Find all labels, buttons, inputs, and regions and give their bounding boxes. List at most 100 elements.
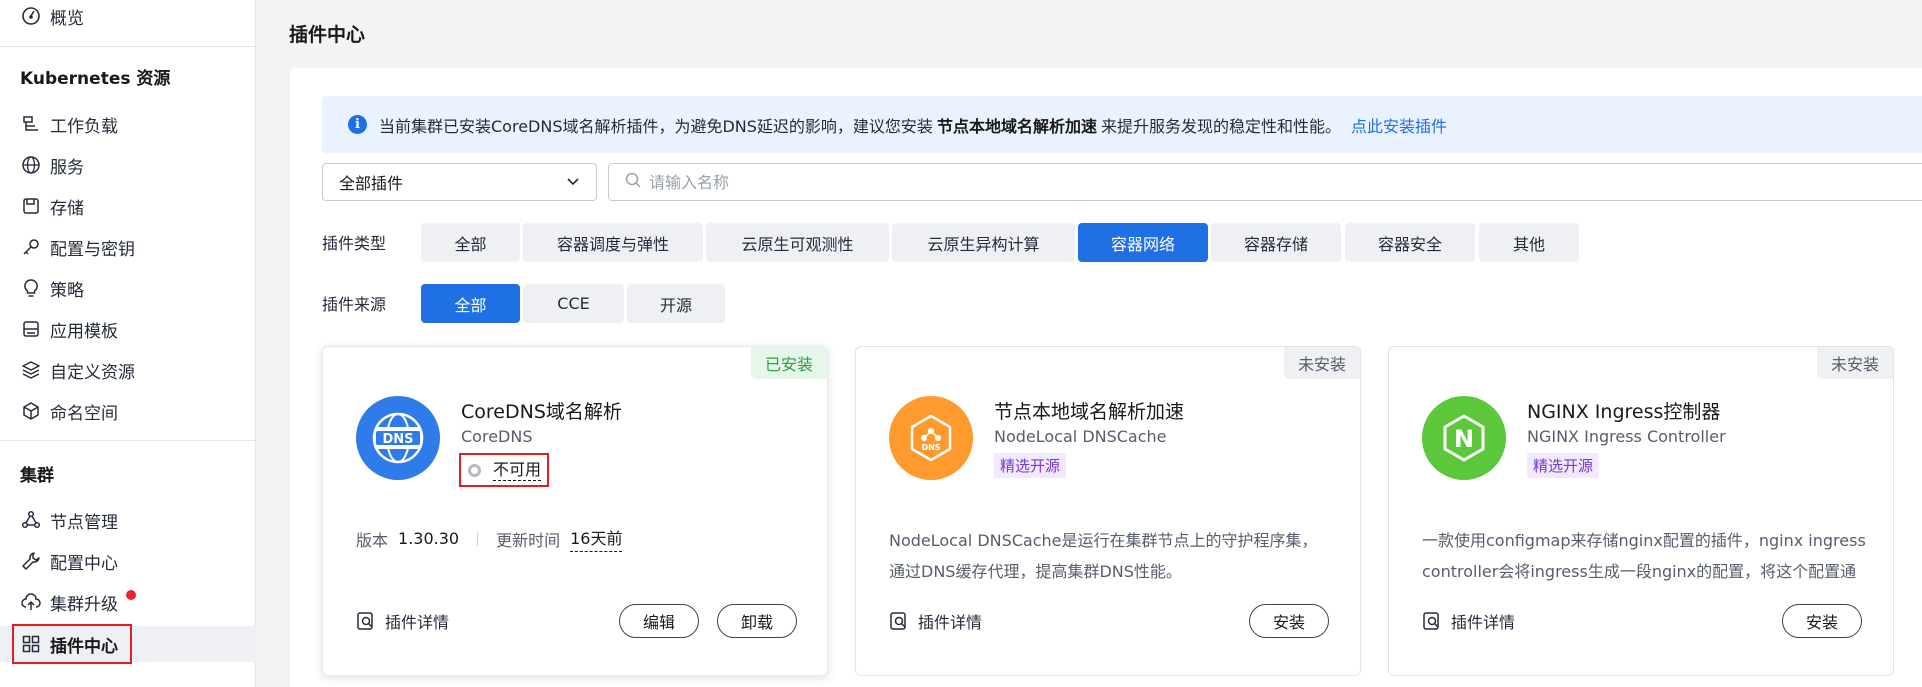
plugin-type-label: 插件类型 — [322, 234, 387, 253]
bulb-icon — [20, 277, 42, 299]
detail-search-icon — [1423, 612, 1439, 630]
sidebar-item-label: 配置中心 — [50, 553, 118, 574]
dns-logo-icon: DNS — [356, 396, 440, 480]
plugin-source-label: 插件来源 — [322, 295, 387, 314]
type-chip-heterogeneous[interactable]: 云原生异构计算 — [892, 223, 1075, 262]
plugin-detail-link[interactable]: 插件详情 — [889, 609, 982, 633]
sidebar: 概览 Kubernetes 资源 工作负载 服务 存储 配置与密钥 策略 应用模… — [0, 0, 256, 687]
source-chip-open-source[interactable]: 开源 — [627, 284, 725, 323]
nginx-logo-icon: N — [1422, 396, 1506, 480]
sidebar-item-label: 集群升级 — [50, 594, 118, 615]
sidebar-item-service[interactable]: 服务 — [0, 147, 256, 183]
source-chip-cce[interactable]: CCE — [523, 284, 624, 323]
sidebar-item-workload[interactable]: 工作负载 — [0, 106, 256, 142]
globe-icon — [20, 154, 42, 176]
plugin-detail-link[interactable]: 插件详情 — [356, 609, 449, 633]
plugin-card-nodelocal-dns[interactable]: 未安装 DNS 节点本地域名解析加速 NodeLocal DNSCache 精选… — [855, 346, 1361, 676]
svg-text:DNS: DNS — [382, 432, 413, 447]
sidebar-divider — [0, 440, 256, 441]
sidebar-item-label: 服务 — [50, 157, 84, 178]
type-chip-scheduling[interactable]: 容器调度与弹性 — [523, 223, 703, 262]
sidebar-item-custom-resource[interactable]: 自定义资源 — [0, 352, 256, 388]
plugin-description: 一款使用configmap来存储nginx配置的插件，nginx ingress… — [1422, 525, 1872, 587]
workload-icon — [20, 113, 42, 135]
detail-search-icon — [357, 612, 373, 630]
sidebar-item-node-management[interactable]: 节点管理 — [0, 502, 256, 538]
sidebar-item-namespace[interactable]: 命名空间 — [0, 393, 256, 429]
sidebar-item-cluster-upgrade[interactable]: 集群升级 — [0, 584, 256, 620]
plugin-meta: 版本 1.30.30 更新时间 16天前 — [356, 525, 623, 552]
cube-icon — [20, 400, 42, 422]
sidebar-item-config-center[interactable]: 配置中心 — [0, 543, 256, 579]
detail-link-label: 插件详情 — [918, 613, 983, 632]
info-notice: i 当前集群已安装CoreDNS域名解析插件，为避免DNS延迟的影响，建议您安装… — [322, 96, 1922, 153]
search-icon — [625, 172, 641, 193]
featured-tag: 精选开源 — [1527, 453, 1600, 478]
sidebar-section-cluster: 集群 — [20, 466, 54, 486]
updated-value[interactable]: 16天前 — [570, 525, 623, 552]
plugin-description: NodeLocal DNSCache是运行在集群节点上的守护程序集， 通过DNS… — [889, 525, 1339, 587]
featured-tag: 精选开源 — [994, 453, 1067, 478]
sidebar-item-label: 工作负载 — [50, 116, 118, 137]
sidebar-item-policy[interactable]: 策略 — [0, 270, 256, 306]
node-icon — [20, 509, 42, 531]
source-chip-all[interactable]: 全部 — [421, 284, 520, 323]
uninstall-button[interactable]: 卸载 — [717, 604, 797, 638]
svg-text:DNS: DNS — [921, 443, 940, 452]
updated-label: 更新时间 — [496, 530, 561, 550]
chevron-down-icon — [566, 173, 580, 192]
install-plugin-link[interactable]: 点此安装插件 — [1351, 113, 1447, 137]
key-icon — [20, 236, 42, 258]
plugin-subtitle: CoreDNS — [461, 427, 533, 446]
info-icon: i — [348, 115, 367, 134]
wrench-icon — [20, 550, 42, 572]
edit-button[interactable]: 编辑 — [619, 604, 699, 638]
plugin-status[interactable]: 不可用 — [459, 453, 549, 487]
plugin-subtitle: NGINX Ingress Controller — [1527, 427, 1726, 446]
search-input[interactable] — [649, 172, 1249, 192]
plugin-card-coredns[interactable]: 已安装 DNS CoreDNS域名解析 CoreDNS 不可用 版本 1.30.… — [322, 346, 828, 676]
sidebar-item-app-template[interactable]: 应用模板 — [0, 311, 256, 347]
status-badge: 未安装 — [1283, 347, 1360, 379]
sidebar-item-label: 应用模板 — [50, 321, 118, 342]
search-box[interactable] — [608, 163, 1922, 201]
detail-search-icon — [890, 612, 906, 630]
description-line: NodeLocal DNSCache是运行在集群节点上的守护程序集， — [889, 531, 1318, 550]
sidebar-item-overview[interactable]: 概览 — [0, 0, 256, 34]
sidebar-item-label: 配置与密钥 — [50, 239, 135, 260]
sidebar-divider — [0, 46, 256, 47]
description-line: 一款使用configmap来存储nginx配置的插件，nginx ingress — [1422, 531, 1866, 550]
sidebar-item-config-secret[interactable]: 配置与密钥 — [0, 229, 256, 265]
type-chip-storage[interactable]: 容器存储 — [1211, 223, 1341, 262]
plugin-title: 节点本地域名解析加速 — [994, 401, 1185, 423]
install-button[interactable]: 安装 — [1782, 604, 1862, 638]
select-value: 全部插件 — [339, 174, 404, 193]
version-value: 1.30.30 — [398, 529, 460, 548]
type-chip-all[interactable]: 全部 — [421, 223, 520, 262]
svg-text:N: N — [1454, 425, 1474, 453]
install-button[interactable]: 安装 — [1249, 604, 1329, 638]
plugin-card-nginx-ingress[interactable]: 未安装 N NGINX Ingress控制器 NGINX Ingress Con… — [1388, 346, 1894, 676]
dashboard-icon — [20, 5, 42, 27]
plugin-detail-link[interactable]: 插件详情 — [1422, 609, 1515, 633]
sidebar-item-storage[interactable]: 存储 — [0, 188, 256, 224]
sidebar-item-label: 自定义资源 — [50, 362, 135, 383]
type-chip-other[interactable]: 其他 — [1479, 223, 1579, 262]
dns-cache-logo-icon: DNS — [889, 396, 973, 480]
version-label: 版本 — [356, 530, 389, 550]
sidebar-section-kubernetes: Kubernetes 资源 — [20, 69, 171, 89]
cloud-upload-icon — [20, 591, 42, 613]
sidebar-item-label: 节点管理 — [50, 512, 118, 533]
description-line: controller会将ingress生成一段nginx的配置，将这个配置通 — [1422, 562, 1857, 581]
status-dot-icon — [468, 463, 481, 477]
sidebar-item-label: 存储 — [50, 198, 84, 219]
type-chip-security[interactable]: 容器安全 — [1345, 223, 1475, 262]
highlight-box — [12, 624, 132, 664]
plugin-filter-select[interactable]: 全部插件 — [322, 163, 597, 201]
notice-text: 当前集群已安装CoreDNS域名解析插件，为避免DNS延迟的影响，建议您安装 — [379, 116, 933, 136]
type-chip-observability[interactable]: 云原生可观测性 — [706, 223, 889, 262]
type-chip-network[interactable]: 容器网络 — [1078, 223, 1208, 262]
sidebar-item-label: 概览 — [50, 8, 84, 29]
status-badge: 已安装 — [750, 347, 827, 379]
plugin-title: CoreDNS域名解析 — [461, 401, 622, 423]
